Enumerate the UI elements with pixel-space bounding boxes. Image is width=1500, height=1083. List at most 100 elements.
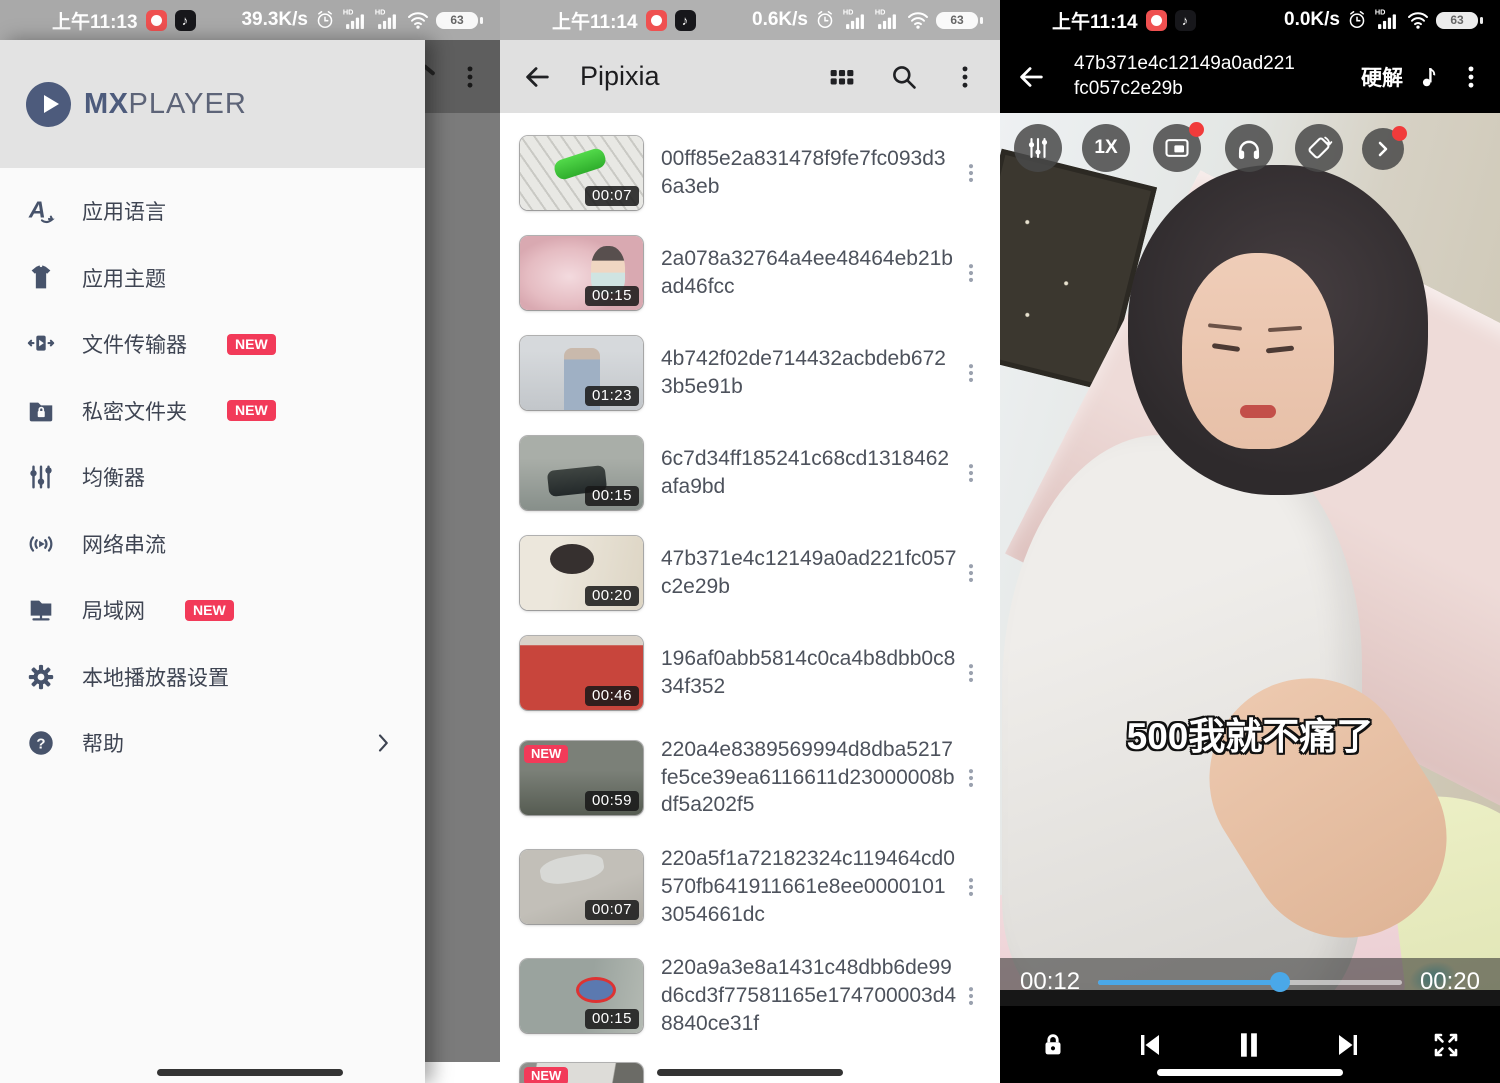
home-indicator[interactable] bbox=[1157, 1069, 1343, 1076]
menu-item-local-player-settings[interactable]: 本地播放器设置 bbox=[0, 644, 425, 711]
playback-speed-button[interactable]: 1X bbox=[1082, 124, 1130, 172]
row-overflow-icon[interactable] bbox=[960, 362, 982, 384]
equalizer-icon bbox=[26, 462, 56, 492]
tiktok-icon bbox=[1175, 10, 1196, 31]
status-bar: 上午11:14 0.6K/s HD HD 63 bbox=[500, 0, 1000, 40]
next-button[interactable] bbox=[1332, 1029, 1364, 1061]
alarm-clock-icon bbox=[314, 9, 336, 31]
overflow-menu-icon[interactable] bbox=[1458, 64, 1484, 90]
video-thumbnail[interactable]: 00:07 bbox=[520, 850, 643, 924]
pip-button[interactable] bbox=[1153, 124, 1201, 172]
row-overflow-icon[interactable] bbox=[960, 462, 982, 484]
rotate-screen-button[interactable] bbox=[1295, 124, 1343, 172]
search-icon[interactable] bbox=[890, 63, 918, 91]
row-overflow-icon[interactable] bbox=[960, 562, 982, 584]
row-overflow-icon[interactable] bbox=[960, 162, 982, 184]
sim1-signal-icon: HD bbox=[1374, 7, 1400, 33]
video-thumbnail[interactable]: 00:15 bbox=[520, 436, 643, 510]
video-row[interactable]: 00:15 2a078a32764a4ee48464eb21bad46fcc bbox=[500, 223, 1000, 323]
screen-record-icon bbox=[1146, 10, 1167, 31]
video-row[interactable]: 01:23 4b742f02de714432acbdeb6723b5e91b bbox=[500, 323, 1000, 423]
screen: 上午11:13 39.3K/s HD HD 63 MX bbox=[0, 0, 1500, 1083]
total-time: 00:20 bbox=[1420, 968, 1480, 996]
video-thumbnail[interactable]: 00:46 bbox=[520, 636, 643, 710]
video-row[interactable]: 00:20 47b371e4c12149a0ad221fc057c2e29b bbox=[500, 523, 1000, 623]
screen-record-icon bbox=[146, 10, 167, 31]
audio-mode-button[interactable] bbox=[1225, 124, 1273, 172]
video-thumbnail[interactable]: 00:15 bbox=[520, 959, 643, 1033]
menu-item-app-theme[interactable]: 应用主题 bbox=[0, 245, 425, 312]
sim2-signal-icon: HD bbox=[374, 7, 400, 33]
video-thumbnail[interactable]: 00:15 bbox=[520, 236, 643, 310]
status-time: 上午11:14 bbox=[1052, 7, 1138, 34]
person-face bbox=[1182, 253, 1334, 449]
menu-item-app-language[interactable]: A 应用语言 bbox=[0, 178, 425, 245]
menu-item-lan[interactable]: 局域网 NEW bbox=[0, 577, 425, 644]
video-row[interactable]: 00:07 00ff85e2a831478f9fe7fc093d36a3eb bbox=[500, 123, 1000, 223]
previous-button[interactable] bbox=[1134, 1029, 1166, 1061]
wifi-icon bbox=[406, 8, 430, 32]
home-indicator[interactable] bbox=[157, 1069, 343, 1076]
video-filename: 00ff85e2a831478f9fe7fc093d36a3eb bbox=[661, 145, 957, 200]
overflow-menu-icon[interactable] bbox=[952, 64, 978, 90]
back-icon[interactable] bbox=[1016, 62, 1046, 92]
new-badge: NEW bbox=[227, 400, 276, 421]
sim1-signal-icon: HD bbox=[842, 7, 868, 33]
video-filename: 4b742f02de714432acbdeb6723b5e91b bbox=[661, 345, 957, 400]
video-thumbnail[interactable]: 00:07 bbox=[520, 136, 643, 210]
home-indicator[interactable] bbox=[657, 1069, 843, 1076]
video-row[interactable]: 00:46 196af0abb5814c0ca4b8dbb0c834f352 bbox=[500, 623, 1000, 723]
seek-track[interactable] bbox=[1098, 980, 1402, 985]
audio-track-icon[interactable] bbox=[1417, 63, 1444, 90]
toolbar: Pipixia bbox=[500, 40, 1000, 113]
screen-record-icon bbox=[646, 10, 667, 31]
more-controls-button[interactable] bbox=[1362, 128, 1404, 170]
svg-text:?: ? bbox=[36, 736, 45, 753]
row-overflow-icon[interactable] bbox=[960, 767, 982, 789]
row-overflow-icon[interactable] bbox=[960, 985, 982, 1007]
video-filename: 196af0abb5814c0ca4b8dbb0c834f352 bbox=[661, 645, 957, 700]
menu-item-network-stream[interactable]: 网络串流 bbox=[0, 511, 425, 578]
seek-progress bbox=[1098, 980, 1280, 985]
video-row[interactable]: 00:07 220a5f1a72182324c119464cd0570fb641… bbox=[500, 832, 1000, 941]
row-overflow-icon[interactable] bbox=[960, 876, 982, 898]
decoder-toggle[interactable]: 硬解 bbox=[1361, 62, 1403, 92]
video-filename: 220a5f1a72182324c119464cd0570fb641911661… bbox=[661, 845, 957, 928]
tiktok-icon bbox=[175, 10, 196, 31]
svg-text:HD: HD bbox=[375, 7, 386, 16]
duration-badge: 00:07 bbox=[585, 186, 639, 206]
video-title: 47b371e4c12149a0ad221fc057c2e29b bbox=[1074, 52, 1296, 101]
wifi-icon bbox=[906, 8, 930, 32]
video-row[interactable]: 00:15 220a9a3e8a1431c48dbb6de99d6cd3f775… bbox=[500, 941, 1000, 1050]
pause-button[interactable] bbox=[1232, 1028, 1266, 1062]
row-overflow-icon[interactable] bbox=[960, 662, 982, 684]
video-thumbnail[interactable]: 01:23 bbox=[520, 336, 643, 410]
current-time: 00:12 bbox=[1020, 968, 1080, 996]
menu-item-help[interactable]: ? 帮助 bbox=[0, 710, 425, 777]
grid-view-icon[interactable] bbox=[828, 63, 856, 91]
notification-dot bbox=[1392, 126, 1407, 141]
seek-thumb[interactable] bbox=[1270, 972, 1290, 992]
tiktok-icon bbox=[675, 10, 696, 31]
subtitle-text: 500我就不痛了 bbox=[1000, 706, 1500, 760]
video-thumbnail[interactable]: NEW bbox=[520, 1063, 643, 1083]
back-icon[interactable] bbox=[522, 62, 552, 92]
menu-item-file-transfer[interactable]: 文件传输器 NEW bbox=[0, 311, 425, 378]
menu-item-equalizer[interactable]: 均衡器 bbox=[0, 444, 425, 511]
panel-mxplayer-drawer: 上午11:13 39.3K/s HD HD 63 MX bbox=[0, 0, 500, 1083]
video-thumbnail[interactable]: NEW00:59 bbox=[520, 741, 643, 815]
fullscreen-button[interactable] bbox=[1430, 1029, 1462, 1061]
video-frame[interactable] bbox=[1000, 113, 1500, 990]
row-overflow-icon[interactable] bbox=[960, 262, 982, 284]
brand-mx: MX bbox=[84, 88, 129, 121]
lock-button[interactable] bbox=[1038, 1030, 1068, 1060]
video-row[interactable]: 00:15 6c7d34ff185241c68cd1318462afa9bd bbox=[500, 423, 1000, 523]
duration-badge: 00:59 bbox=[585, 791, 639, 811]
equalizer-button[interactable] bbox=[1014, 124, 1062, 172]
video-row[interactable]: NEW00:59 220a4e8389569994d8dba5217fe5ce3… bbox=[500, 723, 1000, 832]
svg-text:HD: HD bbox=[343, 7, 354, 16]
lan-icon bbox=[26, 595, 56, 625]
menu-item-private-folder[interactable]: 私密文件夹 NEW bbox=[0, 378, 425, 445]
video-thumbnail[interactable]: 00:20 bbox=[520, 536, 643, 610]
video-row[interactable]: NEW 220a3804fc03a394af0b8a84e2 bbox=[500, 1050, 1000, 1083]
